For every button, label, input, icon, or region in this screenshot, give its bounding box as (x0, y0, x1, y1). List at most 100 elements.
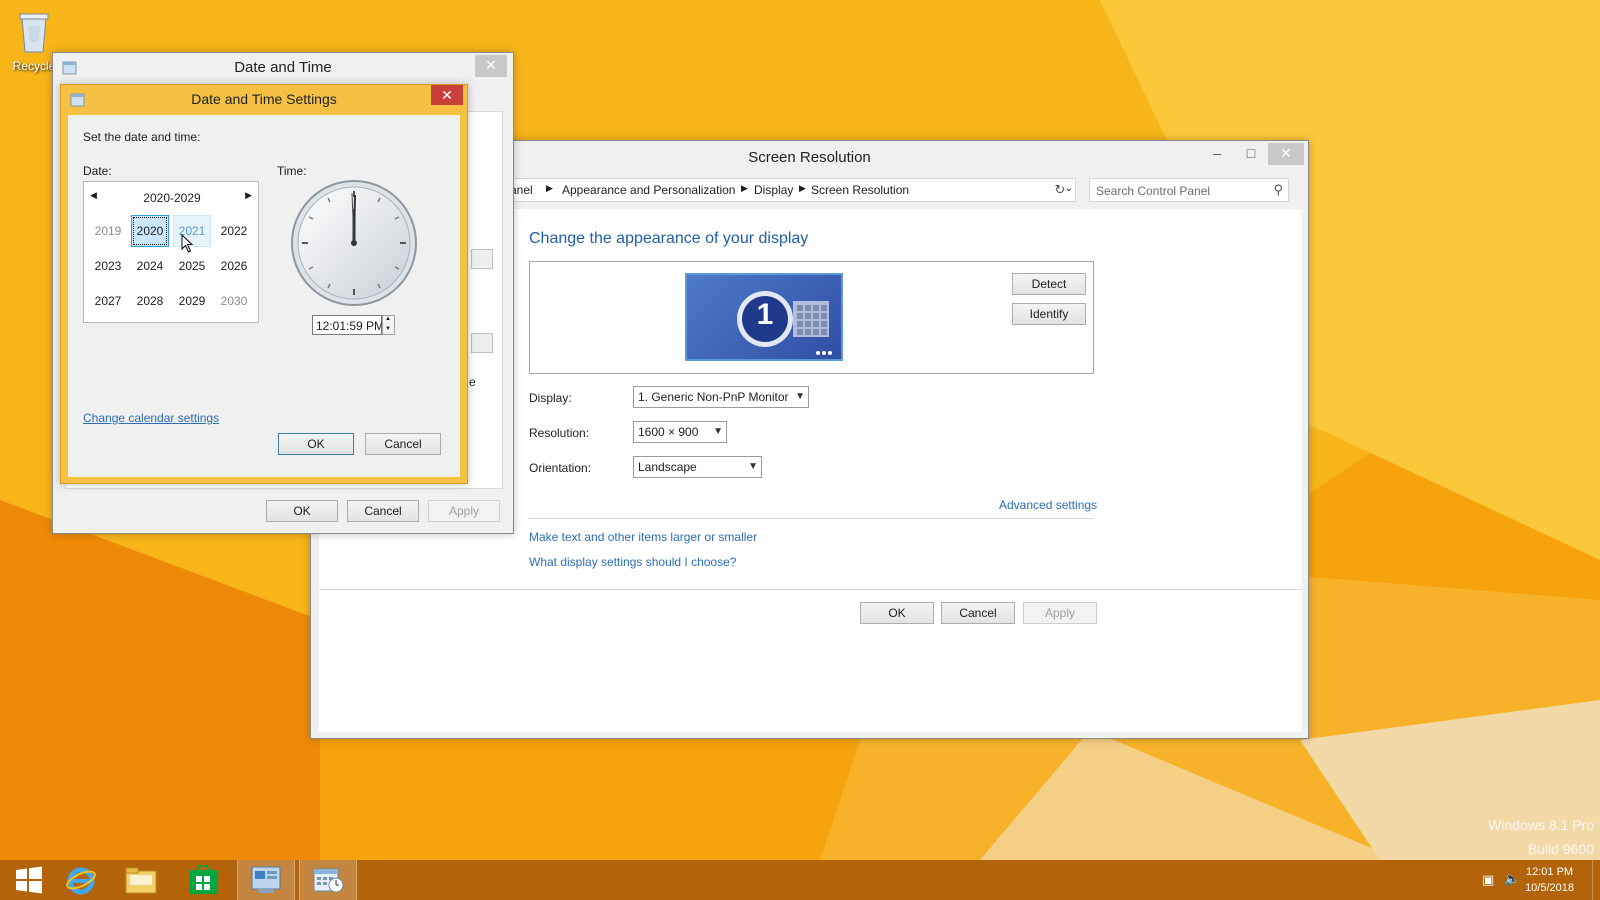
year-cell-selected[interactable]: 2020 (131, 215, 169, 247)
text-size-link[interactable]: Make text and other items larger or smal… (529, 530, 757, 544)
cancel-button[interactable]: Cancel (365, 433, 441, 455)
breadcrumb-separator-icon: ▶ (546, 183, 553, 193)
monitor-number: 1 (756, 298, 774, 331)
clock-time: 12:01 PM (1525, 866, 1574, 878)
resolution-label: Resolution: (529, 426, 590, 440)
spin-up-icon[interactable]: ▲ (385, 316, 391, 322)
taskbar: ▣ 🔈 12:01 PM 10/5/2018 (0, 860, 1600, 900)
date-label: Date: (83, 164, 112, 178)
internet-explorer-icon (66, 867, 96, 895)
chevron-down-icon: ▼ (713, 426, 723, 437)
date-time-settings-dialog: Date and Time Settings ✕ Set the date an… (60, 84, 468, 484)
clock-date: 10/5/2018 (1525, 882, 1574, 894)
time-spinner[interactable]: ▲ ▼ (382, 315, 395, 335)
cancel-button[interactable]: Cancel (941, 602, 1015, 624)
mouse-cursor-icon (181, 234, 194, 253)
refresh-icon[interactable]: ↻ (1049, 179, 1071, 201)
windows-build-watermark: Build 9600 (1527, 841, 1594, 857)
network-icon[interactable]: ▣ (1482, 872, 1500, 888)
year-cell[interactable]: 2026 (215, 250, 253, 282)
year-cell[interactable]: 2028 (131, 285, 169, 317)
chevron-down-icon: ▼ (795, 391, 805, 402)
display-select-value: 1. Generic Non-PnP Monitor (638, 390, 789, 404)
identify-button[interactable]: Identify (1012, 303, 1086, 325)
date-time-title: Date and Time (234, 59, 332, 76)
decade-header[interactable]: 2020-2029 (84, 191, 260, 205)
breadcrumb-item-screen-resolution[interactable]: Screen Resolution (811, 183, 909, 197)
close-button[interactable]: ✕ (431, 85, 463, 105)
show-desktop-button[interactable] (1592, 860, 1600, 900)
cancel-button[interactable]: Cancel (347, 500, 419, 522)
taskbar-control-panel[interactable] (237, 860, 295, 900)
search-box[interactable]: Search Control Panel ⚲ (1089, 178, 1289, 202)
date-time-settings-title: Date and Time Settings (191, 91, 337, 107)
instruction-text: Set the date and time: (83, 130, 201, 144)
display-select[interactable]: 1. Generic Non-PnP Monitor ▼ (633, 386, 809, 408)
hidden-control (471, 249, 493, 269)
detect-button[interactable]: Detect (1012, 273, 1086, 295)
control-panel-icon (251, 866, 281, 893)
advanced-settings-link[interactable]: Advanced settings (999, 498, 1097, 512)
monitor-1[interactable]: 1 (685, 273, 843, 361)
time-label: Time: (277, 164, 307, 178)
search-icon[interactable]: ⚲ (1273, 182, 1283, 198)
spin-down-icon[interactable]: ▼ (385, 326, 391, 332)
monitor-preview: 1 Detect Identify (529, 261, 1094, 374)
time-input[interactable]: 12:01:59 PM (312, 315, 385, 335)
taskbar-store[interactable] (174, 860, 232, 900)
chevron-down-icon: ▼ (748, 461, 758, 472)
taskbar-file-explorer[interactable] (112, 860, 170, 900)
year-cell[interactable]: 2025 (173, 250, 211, 282)
folder-icon (125, 867, 157, 894)
close-button[interactable]: ✕ (475, 55, 507, 77)
year-cell[interactable]: 2030 (215, 285, 253, 317)
orientation-label: Orientation: (529, 461, 592, 475)
ok-button[interactable]: OK (266, 500, 338, 522)
apply-button[interactable]: Apply (1023, 602, 1097, 624)
orientation-select[interactable]: Landscape ▼ (633, 456, 762, 478)
year-cell[interactable]: 2022 (215, 215, 253, 247)
ok-button[interactable]: OK (860, 602, 934, 624)
settings-body: Set the date and time: Date: Time: ◀ 202… (68, 115, 460, 477)
year-cell[interactable]: 2027 (89, 285, 127, 317)
breadcrumb-item-display[interactable]: Display (754, 183, 793, 197)
orientation-select-value: Landscape (638, 460, 697, 474)
date-time-icon (313, 868, 344, 893)
next-decade-icon[interactable]: ▶ (245, 190, 252, 201)
year-cell[interactable]: 2019 (89, 215, 127, 247)
divider (529, 518, 1094, 519)
recycle-bin-icon (19, 13, 49, 53)
search-input[interactable]: Search Control Panel (1096, 184, 1210, 198)
hidden-control (471, 333, 493, 353)
address-bar[interactable]: anel ▶ Appearance and Personalization ▶ … (510, 178, 1076, 202)
analog-clock (291, 180, 417, 306)
resolution-select[interactable]: 1600 × 900 ▼ (633, 421, 727, 443)
maximize-button[interactable]: □ (1234, 143, 1268, 165)
display-label: Display: (529, 391, 572, 405)
change-calendar-settings-link[interactable]: Change calendar settings (83, 411, 219, 425)
close-button[interactable]: ✕ (1268, 143, 1304, 165)
windows-logo-icon (16, 866, 42, 894)
minimize-button[interactable]: – (1200, 143, 1234, 165)
ok-button[interactable]: OK (278, 433, 354, 455)
time-value: 12:01:59 PM (316, 319, 385, 333)
start-button[interactable] (0, 860, 58, 900)
page-heading: Change the appearance of your display (529, 230, 809, 247)
year-cell[interactable]: 2029 (173, 285, 211, 317)
resolution-select-value: 1600 × 900 (638, 425, 699, 439)
taskbar-date-time[interactable] (299, 860, 357, 900)
footer-divider (319, 589, 1302, 590)
taskbar-internet-explorer[interactable] (52, 860, 110, 900)
partial-text: e (469, 375, 476, 389)
breadcrumb-separator-icon: ▶ (799, 183, 806, 193)
calendar: ◀ 2020-2029 ▶ 2019 2020 2021 2022 2023 2… (83, 181, 259, 323)
volume-muted-icon[interactable]: 🔈 (1504, 871, 1522, 887)
breadcrumb-item-appearance[interactable]: Appearance and Personalization (562, 183, 735, 197)
year-cell[interactable]: 2023 (89, 250, 127, 282)
windows-version-watermark: Windows 8.1 Pro (1488, 817, 1594, 833)
breadcrumb-separator-icon: ▶ (741, 183, 748, 193)
which-settings-link[interactable]: What display settings should I choose? (529, 555, 736, 569)
apply-button[interactable]: Apply (428, 500, 500, 522)
system-clock[interactable]: 12:01 PM 10/5/2018 (1525, 864, 1574, 896)
year-cell[interactable]: 2024 (131, 250, 169, 282)
